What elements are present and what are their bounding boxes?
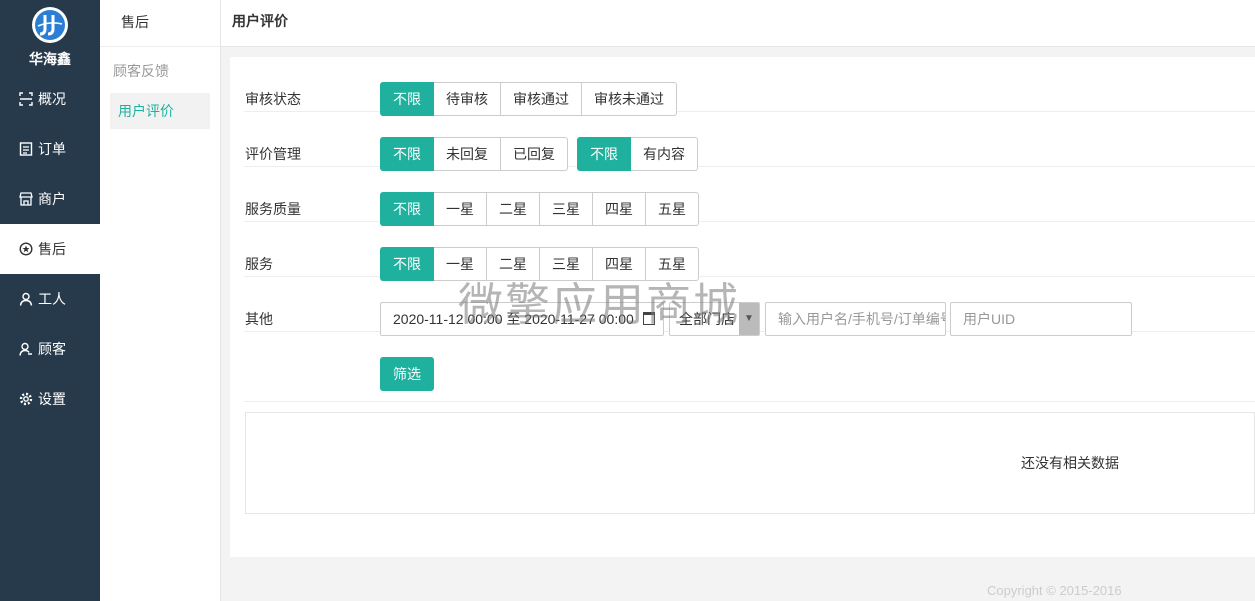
store-select-value: 全部门店 [679, 311, 735, 327]
nav-label: 订单 [38, 141, 66, 157]
filter-row-service-quality: 服务质量 不限 一星 二星 三星 四星 五星 [244, 167, 1255, 226]
overview-icon [18, 91, 34, 107]
service-quality-group: 不限 一星 二星 三星 四星 五星 [380, 192, 699, 226]
brand-name: 华海鑫 [29, 51, 71, 67]
uid-input[interactable]: 用户UID [950, 302, 1132, 336]
content-filter-option[interactable]: 不限 [577, 137, 631, 171]
nav-item-workers[interactable]: 工人 [0, 274, 100, 324]
copyright-footer: Copyright © 2015-2016 [987, 583, 1122, 598]
review-status-option[interactable]: 审核通过 [501, 82, 582, 116]
filter-row-review-manage: 评价管理 不限 未回复 已回复 不限 有内容 [244, 112, 1255, 171]
secondary-menu: 售后 顾客反馈 用户评价 [100, 0, 221, 601]
service-quality-option[interactable]: 四星 [593, 192, 646, 226]
content-filter-option[interactable]: 有内容 [631, 137, 698, 171]
results-table: 还没有相关数据 [245, 412, 1255, 514]
chevron-down-icon: ▼ [739, 303, 759, 335]
store-select[interactable]: 全部门店 ▼ [669, 302, 760, 336]
nav-item-settings[interactable]: 设置 [0, 374, 100, 424]
filter-panel: 审核状态 不限 待审核 审核通过 审核未通过 评价管理 不限 未回复 已回复 不… [230, 57, 1255, 557]
review-status-option[interactable]: 不限 [380, 82, 434, 116]
nav-item-aftersale[interactable]: 售后 [0, 224, 100, 274]
date-range-value: 2020-11-12 00:00 至 2020-11-27 00:00 [393, 311, 634, 327]
main-sidebar: 华海鑫 概况 订单 商户 售后 工人 顾客 设置 [0, 0, 100, 601]
service-quality-option[interactable]: 五星 [646, 192, 699, 226]
service-quality-option[interactable]: 二星 [487, 192, 540, 226]
nav-label: 设置 [38, 391, 66, 407]
service-group: 不限 一星 二星 三星 四星 五星 [380, 247, 699, 281]
filter-submit-button[interactable]: 筛选 [380, 357, 434, 391]
service-option[interactable]: 四星 [593, 247, 646, 281]
review-status-group: 不限 待审核 审核通过 审核未通过 [380, 82, 677, 116]
customer-icon [18, 341, 34, 357]
service-option[interactable]: 不限 [380, 247, 434, 281]
order-icon [18, 141, 34, 157]
submenu-item-user-reviews[interactable]: 用户评价 [110, 93, 210, 129]
aftersale-icon [18, 241, 34, 257]
filter-row-review-status: 审核状态 不限 待审核 审核通过 审核未通过 [244, 57, 1255, 116]
service-option[interactable]: 二星 [487, 247, 540, 281]
reply-status-option[interactable]: 未回复 [434, 137, 501, 171]
nav-label: 工人 [38, 291, 66, 307]
page-header: 用户评价 [221, 0, 1255, 47]
service-option[interactable]: 三星 [540, 247, 593, 281]
keyword-search-input[interactable]: 输入用户名/手机号/订单编号 [765, 302, 946, 336]
nav-item-overview[interactable]: 概况 [0, 74, 100, 124]
reply-status-group: 不限 未回复 已回复 [380, 137, 568, 171]
worker-icon [18, 291, 34, 307]
nav-item-merchants[interactable]: 商户 [0, 174, 100, 224]
review-status-option[interactable]: 待审核 [434, 82, 501, 116]
keyword-placeholder: 输入用户名/手机号/订单编号 [778, 311, 946, 327]
review-status-option[interactable]: 审核未通过 [582, 82, 677, 116]
brand[interactable]: 华海鑫 [0, 0, 100, 74]
submenu-title: 售后 [100, 0, 220, 47]
content-filter-group: 不限 有内容 [577, 137, 698, 171]
nav-label: 顾客 [38, 341, 66, 357]
date-range-picker[interactable]: 2020-11-12 00:00 至 2020-11-27 00:00 [380, 302, 664, 336]
submenu-group-label: 顾客反馈 [113, 63, 169, 79]
nav-label: 售后 [38, 241, 66, 257]
store-icon [18, 191, 34, 207]
calendar-icon [643, 312, 655, 325]
reply-status-option[interactable]: 已回复 [501, 137, 568, 171]
service-quality-option[interactable]: 一星 [434, 192, 487, 226]
nav-item-customers[interactable]: 顾客 [0, 324, 100, 374]
gear-icon [18, 391, 34, 407]
service-quality-option[interactable]: 不限 [380, 192, 434, 226]
nav-label: 概况 [38, 91, 66, 107]
filter-row-service: 服务 不限 一星 二星 三星 四星 五星 [244, 222, 1255, 281]
service-option[interactable]: 五星 [646, 247, 699, 281]
service-quality-option[interactable]: 三星 [540, 192, 593, 226]
reply-status-option[interactable]: 不限 [380, 137, 434, 171]
service-option[interactable]: 一星 [434, 247, 487, 281]
nav-item-orders[interactable]: 订单 [0, 124, 100, 174]
empty-state-text: 还没有相关数据 [1021, 455, 1119, 471]
nav-label: 商户 [38, 191, 66, 207]
page-title: 用户评价 [232, 13, 288, 29]
jj-logo-icon [32, 7, 68, 43]
uid-placeholder: 用户UID [963, 311, 1016, 327]
